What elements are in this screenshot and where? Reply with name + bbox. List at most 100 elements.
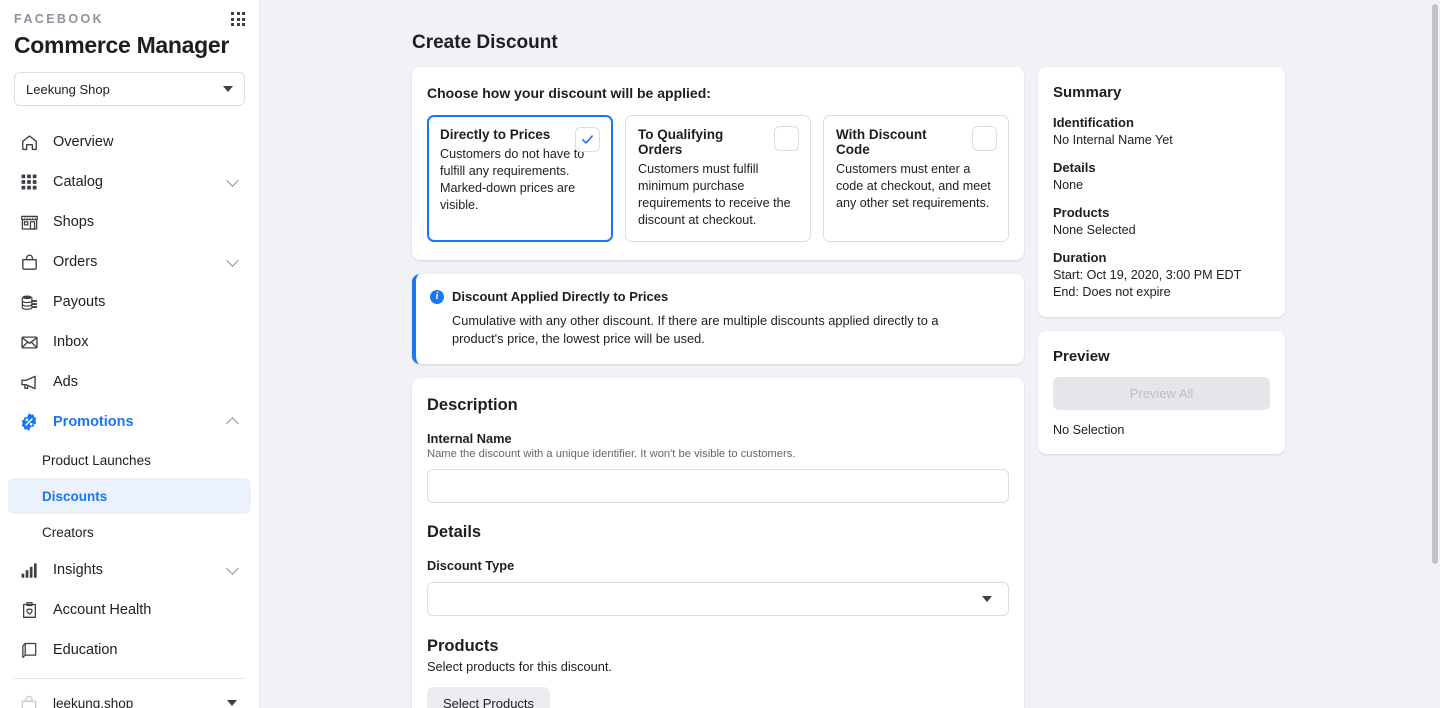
shop-selector-value: Leekung Shop (26, 82, 110, 97)
option-description: Customers must fulfill minimum purchase … (638, 161, 798, 229)
left-column: Choose how your discount will be applied… (412, 67, 1024, 708)
summary-key: Identification (1053, 115, 1270, 130)
sidebar-subitem-label: Creators (42, 525, 94, 540)
app-title: Commerce Manager (0, 26, 259, 59)
internal-name-label: Internal Name (427, 431, 1009, 446)
clipboard-heart-icon (18, 599, 40, 621)
page-title: Create Discount (412, 32, 1440, 54)
preview-all-button[interactable]: Preview All (1053, 377, 1270, 410)
main-content: Create Discount Choose how your discount… (260, 0, 1440, 708)
chevron-down-icon[interactable] (226, 174, 239, 187)
right-column: Summary Identification No Internal Name … (1038, 67, 1285, 454)
sidebar-item-label: Orders (53, 254, 97, 270)
sidebar-item-overview[interactable]: Overview (8, 122, 251, 162)
select-products-button[interactable]: Select Products (427, 687, 550, 708)
bag-icon (18, 251, 40, 273)
sidebar-item-insights[interactable]: Insights (8, 550, 251, 590)
checkbox-unchecked[interactable] (774, 126, 799, 151)
summary-value: None Selected (1053, 223, 1270, 237)
summary-heading: Summary (1053, 84, 1270, 101)
sidebar-item-orders[interactable]: Orders (8, 242, 251, 282)
option-description: Customers do not have to fulfill any req… (440, 146, 600, 214)
chevron-down-icon[interactable] (226, 562, 239, 575)
caret-down-icon (982, 596, 992, 602)
discount-form-card: Description Internal Name Name the disco… (412, 378, 1024, 708)
bar-chart-icon (18, 559, 40, 581)
sidebar-item-account-health[interactable]: Account Health (8, 590, 251, 630)
products-heading: Products (427, 637, 1009, 656)
book-icon (18, 639, 40, 661)
payouts-stack-icon (18, 291, 40, 313)
caret-down-icon (223, 86, 233, 92)
facebook-wordmark: FACEBOOK (14, 12, 104, 26)
chevron-up-icon[interactable] (226, 417, 239, 430)
sidebar: FACEBOOK Commerce Manager Leekung Shop O… (0, 0, 260, 708)
sidebar-item-label: Catalog (53, 174, 103, 190)
apps-grid-icon[interactable] (231, 12, 245, 26)
storefront-icon (18, 211, 40, 233)
details-heading: Details (427, 523, 1009, 542)
sidebar-nav: Overview Catalog (0, 122, 259, 670)
summary-duration-end: End: Does not expire (1053, 285, 1270, 299)
internal-name-input[interactable] (427, 469, 1009, 503)
summary-group-duration: Duration Start: Oct 19, 2020, 3:00 PM ED… (1053, 250, 1270, 299)
checkbox-checked[interactable] (575, 127, 600, 152)
sidebar-item-label: Insights (53, 562, 103, 578)
sidebar-subitem-label: Product Launches (42, 453, 151, 468)
sidebar-item-shops[interactable]: Shops (8, 202, 251, 242)
app-root: FACEBOOK Commerce Manager Leekung Shop O… (0, 0, 1440, 708)
sidebar-item-ads[interactable]: Ads (8, 362, 251, 402)
sidebar-item-payouts[interactable]: Payouts (8, 282, 251, 322)
sidebar-item-label: Shops (53, 214, 94, 230)
sidebar-item-label: Overview (53, 134, 113, 150)
sidebar-item-discounts[interactable]: Discounts (8, 478, 251, 514)
shop-avatar-icon (18, 692, 40, 708)
sidebar-item-promotions[interactable]: Promotions (8, 402, 251, 442)
choose-heading: Choose how your discount will be applied… (427, 85, 1009, 101)
envelope-icon (18, 331, 40, 353)
summary-value: None (1053, 178, 1270, 192)
catalog-grid-icon (18, 171, 40, 193)
sidebar-item-label: Ads (53, 374, 78, 390)
summary-value: No Internal Name Yet (1053, 133, 1270, 147)
option-directly-to-prices[interactable]: Directly to Prices Customers do not have… (427, 115, 613, 242)
discount-option-list: Directly to Prices Customers do not have… (427, 115, 1009, 242)
sidebar-item-label: Payouts (53, 294, 105, 310)
shop-selector[interactable]: Leekung Shop (14, 72, 245, 106)
sidebar-item-education[interactable]: Education (8, 630, 251, 670)
sidebar-item-catalog[interactable]: Catalog (8, 162, 251, 202)
page-scrollbar-thumb[interactable] (1432, 4, 1438, 564)
option-to-qualifying-orders[interactable]: To Qualifying Orders Customers must fulf… (625, 115, 811, 242)
preview-card: Preview Preview All No Selection (1038, 331, 1285, 454)
page-scrollbar[interactable] (1429, 0, 1440, 708)
preview-heading: Preview (1053, 348, 1270, 365)
shop-footer-selector[interactable]: leekung.shop (8, 683, 251, 708)
sidebar-item-label: Account Health (53, 602, 151, 618)
summary-card: Summary Identification No Internal Name … (1038, 67, 1285, 317)
discount-type-field-group: Discount Type (427, 558, 1009, 616)
summary-key: Products (1053, 205, 1270, 220)
summary-duration-start: Start: Oct 19, 2020, 3:00 PM EDT (1053, 268, 1270, 282)
discount-type-label: Discount Type (427, 558, 1009, 573)
sidebar-item-creators[interactable]: Creators (8, 514, 251, 550)
internal-name-field-group: Internal Name Name the discount with a u… (427, 431, 1009, 503)
info-banner-body: Cumulative with any other discount. If t… (430, 312, 990, 348)
summary-group-details: Details None (1053, 160, 1270, 192)
shop-footer-label: leekung.shop (53, 696, 133, 708)
option-description: Customers must enter a code at checkout,… (836, 161, 996, 212)
percent-badge-icon (18, 411, 40, 433)
products-subtext: Select products for this discount. (427, 659, 1009, 674)
checkbox-unchecked[interactable] (972, 126, 997, 151)
sidebar-divider (14, 678, 245, 679)
sidebar-item-inbox[interactable]: Inbox (8, 322, 251, 362)
summary-group-identification: Identification No Internal Name Yet (1053, 115, 1270, 147)
internal-name-help: Name the discount with a unique identifi… (427, 448, 1009, 460)
caret-down-icon (227, 700, 237, 706)
discount-type-select[interactable] (427, 582, 1009, 616)
sidebar-item-product-launches[interactable]: Product Launches (8, 442, 251, 478)
sidebar-item-label: Inbox (53, 334, 88, 350)
chevron-down-icon[interactable] (226, 254, 239, 267)
option-with-discount-code[interactable]: With Discount Code Customers must enter … (823, 115, 1009, 242)
sidebar-header: FACEBOOK (0, 0, 259, 26)
summary-key: Duration (1053, 250, 1270, 265)
